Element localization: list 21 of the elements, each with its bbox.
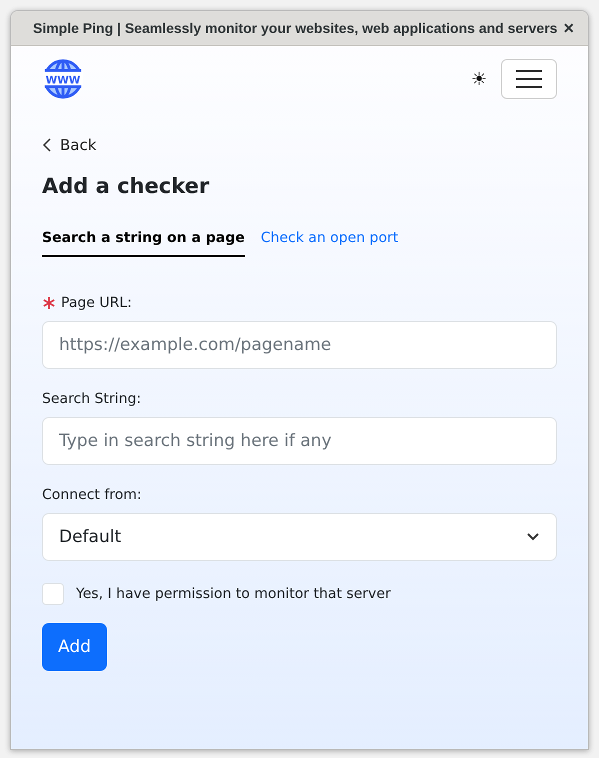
close-button[interactable]: ×	[561, 19, 576, 37]
chevron-down-icon	[526, 532, 540, 542]
tab[interactable]: Search a string on a page	[42, 230, 245, 257]
dropdown[interactable]: Default	[42, 513, 557, 561]
theme-toggle-button[interactable]: ☀	[471, 68, 487, 90]
chevron-left-icon	[42, 138, 52, 152]
menu-button[interactable]	[501, 59, 557, 99]
field-label: Page URL:	[61, 295, 132, 311]
back-link[interactable]: Back	[42, 136, 96, 154]
input-field[interactable]: Type in search string here if any	[42, 417, 557, 465]
menu-icon	[516, 69, 542, 89]
tab[interactable]: Check an open port	[260, 230, 398, 257]
globe-logo-icon[interactable]: WWW	[42, 58, 84, 100]
checkbox[interactable]	[42, 583, 64, 605]
field-label: Search String:	[42, 391, 142, 407]
field-label: Connect from:	[42, 487, 142, 503]
input-field[interactable]: https://example.com/pagename	[42, 321, 557, 369]
window-title: Simple Ping | Seamlessly monitor your websites, web applications and servers	[33, 20, 558, 36]
page-heading: Add a checker	[42, 174, 210, 198]
checkbox-label[interactable]: Yes, I have permission to monitor that server	[76, 586, 391, 602]
add-button[interactable]: Add	[42, 623, 107, 671]
